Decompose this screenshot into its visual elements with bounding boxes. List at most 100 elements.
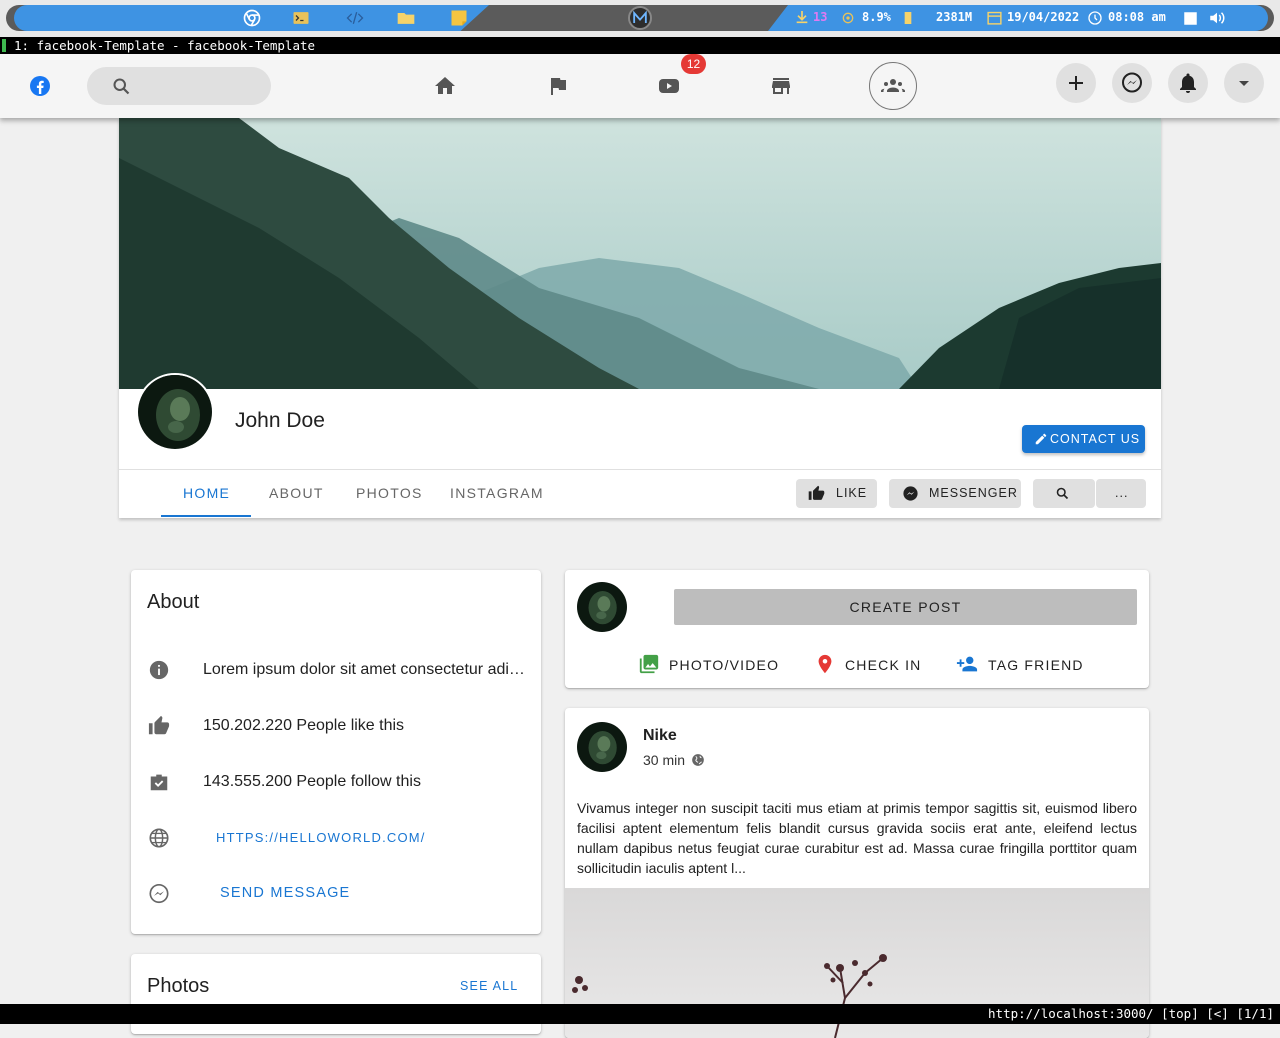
pencil-icon (1035, 433, 1047, 445)
store-icon[interactable] (769, 74, 793, 98)
search-bar[interactable] (87, 67, 271, 105)
about-follows-row: 143.555.200 People follow this (131, 761, 541, 801)
plus-icon (1069, 76, 1083, 90)
contact-us-button[interactable]: CONTACT US (1022, 425, 1145, 453)
messenger-label: MESSENGER (929, 486, 1018, 500)
search-icon (1056, 487, 1069, 500)
download-icon (796, 11, 808, 24)
active-tab-indicator (161, 515, 251, 517)
cover-landscape-image (119, 118, 1161, 389)
search-icon (113, 78, 130, 95)
about-title: About (147, 591, 200, 613)
account-menu-button[interactable] (1224, 63, 1264, 103)
video-icon[interactable] (657, 74, 681, 98)
folder-icon[interactable] (396, 8, 416, 28)
avatar-image (138, 375, 212, 449)
cover-photo (119, 118, 1161, 389)
more-options-button[interactable]: ... (1096, 479, 1146, 508)
tab-about[interactable]: ABOUT (269, 485, 324, 501)
cpu-usage: 8.9% (862, 10, 891, 24)
thumb-up-icon (148, 715, 170, 735)
create-button[interactable] (1056, 63, 1096, 103)
terminal-title-bar: 1: facebook-Template - facebook-Template (0, 37, 1280, 54)
tag-friend-option[interactable]: TAG FRIEND (956, 655, 1084, 677)
messenger-icon (149, 884, 169, 904)
system-taskbar: 13 8.9% 2381M 19/04/2022 08:08 am (0, 0, 1280, 37)
about-likes: 150.202.220 People like this (203, 717, 405, 734)
groups-icon (881, 79, 905, 92)
tab-photos[interactable]: PHOTOS (356, 485, 423, 501)
about-website-row: HTTPS://HELLOWORLD.COM/ (131, 817, 541, 857)
notifications-button[interactable] (1168, 63, 1208, 103)
status-url: http://localhost:3000/ [top] [<] [1/1] (988, 1006, 1274, 1021)
tab-instagram[interactable]: INSTAGRAM (450, 485, 544, 501)
about-card: About Lorem ipsum dolor sit amet consect… (131, 570, 541, 934)
person-add-icon (956, 656, 978, 672)
tab-home[interactable]: HOME (183, 485, 230, 501)
photos-title: Photos (147, 975, 210, 997)
contact-us-label: CONTACT US (1050, 432, 1141, 446)
code-editor-icon[interactable] (345, 8, 365, 28)
public-globe-icon (692, 754, 704, 766)
divider (119, 469, 1161, 470)
chrome-icon[interactable] (242, 8, 262, 28)
like-button[interactable]: LIKE (796, 479, 877, 508)
volume-icon[interactable] (1208, 9, 1226, 27)
terminal-title: 1: facebook-Template - facebook-Template (14, 38, 316, 53)
create-post-button[interactable]: CREATE POST (674, 589, 1137, 625)
terminal-icon[interactable] (291, 8, 311, 28)
post-author-avatar[interactable] (577, 722, 627, 772)
user-avatar[interactable] (577, 582, 627, 632)
about-description: Lorem ipsum dolor sit amet consectetur a… (203, 661, 525, 678)
notes-icon[interactable] (449, 8, 469, 28)
memory-usage: 2381M (936, 10, 973, 24)
profile-header-card: John Doe CONTACT US HOME ABOUT PHOTOS IN… (119, 118, 1161, 518)
messenger-button[interactable] (1112, 63, 1152, 103)
window-icon[interactable] (1183, 11, 1198, 26)
facebook-logo-icon[interactable] (28, 74, 52, 98)
about-likes-row: 150.202.220 People like this (131, 705, 541, 745)
send-message-button[interactable]: SEND MESSAGE (220, 885, 350, 901)
tag-friend-label: TAG FRIEND (988, 657, 1084, 673)
website-link[interactable]: HTTPS://HELLOWORLD.COM/ (216, 830, 426, 845)
check-in-option[interactable]: CHECK IN (814, 654, 924, 677)
groups-nav-button[interactable] (869, 62, 917, 110)
about-description-row: Lorem ipsum dolor sit amet consectetur a… (131, 649, 541, 689)
photo-library-icon (639, 654, 659, 674)
check-in-label: CHECK IN (845, 657, 922, 673)
caret-down-icon (1239, 81, 1249, 86)
about-message-row: SEND MESSAGE (131, 873, 541, 913)
about-follows: 143.555.200 People follow this (203, 773, 421, 790)
location-pin-icon (818, 654, 832, 674)
bell-icon (1180, 73, 1196, 93)
post-time: 30 min (643, 752, 686, 768)
clock-icon (1088, 11, 1102, 25)
app-bar: 12 (0, 54, 1280, 118)
create-post-card: CREATE POST PHOTO/VIDEO CHECK IN TAG FRI… (565, 570, 1149, 688)
messenger-icon (1122, 72, 1142, 93)
post-text: Vivamus integer non suscipit taciti mus … (577, 800, 1137, 876)
profile-avatar[interactable] (136, 373, 214, 451)
cpu-icon (842, 12, 854, 24)
avatar-image (577, 582, 627, 632)
thumb-up-icon (808, 485, 825, 500)
calendar-icon (987, 11, 1002, 25)
date-display: 19/04/2022 (1007, 10, 1080, 24)
time-display: 08:08 am (1108, 10, 1166, 24)
post-author[interactable]: Nike (643, 727, 677, 745)
flag-icon[interactable] (546, 74, 570, 98)
terminal-indicator (2, 39, 6, 52)
search-action-button[interactable] (1033, 479, 1095, 508)
see-all-button[interactable]: SEE ALL (460, 979, 518, 993)
wm-logo-icon (633, 10, 647, 23)
more-options-label: ... (1115, 486, 1129, 500)
video-notification-badge: 12 (681, 54, 706, 74)
home-icon[interactable] (433, 74, 457, 98)
info-icon (149, 660, 169, 680)
avatar-image (577, 722, 627, 772)
messenger-icon (903, 486, 918, 501)
browser-status-bar: http://localhost:3000/ [top] [<] [1/1] (0, 1004, 1280, 1024)
messenger-action-button[interactable]: MESSENGER (889, 479, 1021, 508)
photo-video-option[interactable]: PHOTO/VIDEO (638, 654, 778, 677)
window-manager-logo[interactable] (628, 6, 652, 30)
